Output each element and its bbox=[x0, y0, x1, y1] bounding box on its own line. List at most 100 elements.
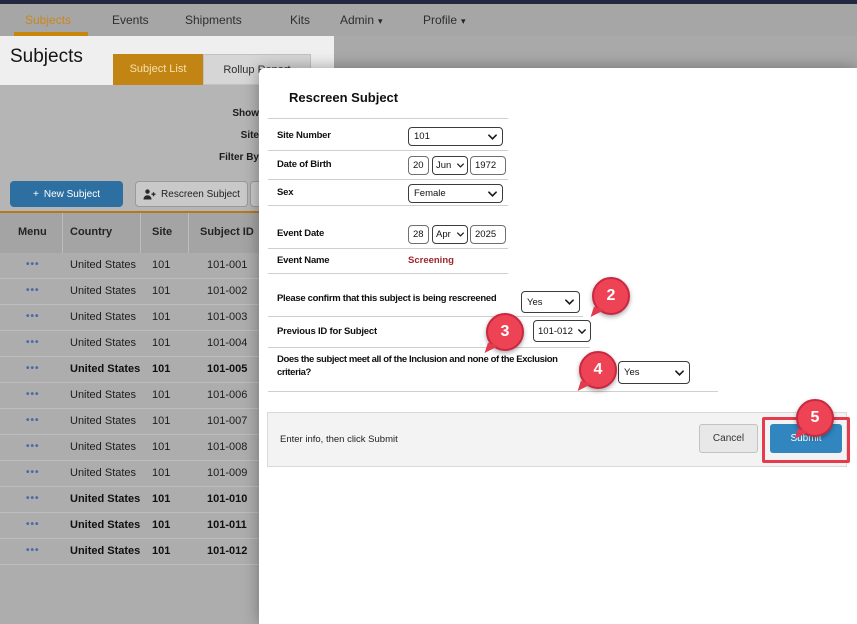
site-number-select[interactable]: 101 bbox=[408, 127, 503, 146]
cancel-button[interactable]: Cancel bbox=[699, 424, 758, 453]
rescreen-subject-modal: Rescreen Subject Site Number 101 Date of… bbox=[259, 68, 857, 624]
row-site: 101 bbox=[152, 467, 170, 479]
col-menu: Menu bbox=[18, 226, 47, 238]
row-subject-id: 101-003 bbox=[207, 311, 247, 323]
row-subject-id: 101-002 bbox=[207, 285, 247, 297]
row-menu-icon[interactable]: ••• bbox=[26, 259, 40, 270]
row-menu-icon[interactable]: ••• bbox=[26, 493, 40, 504]
new-subject-button[interactable]: + New Subject bbox=[10, 181, 123, 207]
dob-year-input[interactable]: 1972 bbox=[470, 156, 506, 175]
row-subject-id: 101-001 bbox=[207, 259, 247, 271]
sex-label: Sex bbox=[277, 187, 293, 198]
chevron-down-icon: ▾ bbox=[461, 16, 466, 26]
chevron-down-icon bbox=[488, 191, 497, 197]
callout-number: 5 bbox=[811, 409, 820, 427]
main-nav: Subjects Events Shipments Kits Admin▾ Pr… bbox=[0, 4, 857, 37]
row-country: United States bbox=[70, 519, 140, 531]
dob-label: Date of Birth bbox=[277, 159, 331, 170]
row-country: United States bbox=[70, 493, 140, 505]
row-menu-icon[interactable]: ••• bbox=[26, 415, 40, 426]
row-subject-id: 101-004 bbox=[207, 337, 247, 349]
divider bbox=[268, 205, 508, 206]
col-site: Site bbox=[152, 226, 172, 238]
col-country: Country bbox=[70, 226, 112, 238]
row-site: 101 bbox=[152, 389, 170, 401]
row-menu-icon[interactable]: ••• bbox=[26, 311, 40, 322]
row-menu-icon[interactable]: ••• bbox=[26, 467, 40, 478]
sex-select[interactable]: Female bbox=[408, 184, 503, 203]
filter-label-show: Show bbox=[232, 108, 259, 119]
criteria-label: Does the subject meet all of the Inclusi… bbox=[277, 354, 587, 379]
col-subject-id: Subject ID bbox=[200, 226, 254, 238]
criteria-value: Yes bbox=[624, 367, 640, 378]
event-date-year-input[interactable]: 2025 bbox=[470, 225, 506, 244]
site-number-value: 101 bbox=[414, 131, 430, 142]
divider bbox=[268, 248, 508, 249]
chevron-down-icon: ▾ bbox=[378, 16, 383, 26]
event-date-day-value: 28 bbox=[413, 229, 424, 240]
previous-id-select[interactable]: 101-012 bbox=[533, 320, 591, 342]
row-subject-id: 101-010 bbox=[207, 493, 247, 505]
callout-number: 3 bbox=[501, 323, 510, 341]
person-plus-icon bbox=[143, 189, 156, 200]
row-subject-id: 101-008 bbox=[207, 441, 247, 453]
row-menu-icon[interactable]: ••• bbox=[26, 337, 40, 348]
row-menu-icon[interactable]: ••• bbox=[26, 545, 40, 556]
callout-badge-5: 5 bbox=[796, 399, 834, 437]
filter-label-site: Site bbox=[241, 130, 259, 141]
event-date-day-input[interactable]: 28 bbox=[408, 225, 429, 244]
nav-item-events[interactable]: Events bbox=[112, 4, 149, 36]
event-date-month-select[interactable]: Apr bbox=[432, 225, 468, 244]
new-subject-label: New Subject bbox=[44, 189, 100, 200]
row-menu-icon[interactable]: ••• bbox=[26, 285, 40, 296]
dob-day-value: 20 bbox=[413, 160, 424, 171]
rescreen-subject-button[interactable]: Rescreen Subject bbox=[135, 181, 248, 207]
event-name-value: Screening bbox=[408, 255, 454, 266]
chevron-down-icon bbox=[457, 163, 464, 168]
row-menu-icon[interactable]: ••• bbox=[26, 441, 40, 452]
divider bbox=[268, 273, 508, 274]
tab-subject-list[interactable]: Subject List bbox=[113, 54, 203, 85]
divider bbox=[268, 179, 508, 180]
chevron-down-icon bbox=[488, 134, 497, 140]
dob-day-input[interactable]: 20 bbox=[408, 156, 429, 175]
modal-title: Rescreen Subject bbox=[289, 90, 398, 105]
nav-item-shipments[interactable]: Shipments bbox=[185, 4, 242, 36]
row-subject-id: 101-011 bbox=[207, 519, 247, 531]
nav-item-kits[interactable]: Kits bbox=[290, 4, 310, 36]
plus-icon: + bbox=[33, 189, 39, 200]
divider bbox=[268, 347, 590, 348]
previous-id-label: Previous ID for Subject bbox=[277, 326, 377, 337]
row-country: United States bbox=[70, 311, 136, 323]
divider bbox=[268, 150, 508, 151]
app-screen: Subjects Events Shipments Kits Admin▾ Pr… bbox=[0, 0, 857, 624]
site-number-label: Site Number bbox=[277, 130, 331, 141]
event-date-label: Event Date bbox=[277, 228, 324, 239]
row-menu-icon[interactable]: ••• bbox=[26, 389, 40, 400]
nav-item-profile[interactable]: Profile▾ bbox=[423, 4, 466, 36]
previous-id-value: 101-012 bbox=[538, 326, 573, 337]
row-subject-id: 101-006 bbox=[207, 389, 247, 401]
callout-number: 2 bbox=[607, 287, 616, 305]
row-site: 101 bbox=[152, 415, 170, 427]
divider bbox=[268, 391, 718, 392]
row-menu-icon[interactable]: ••• bbox=[26, 519, 40, 530]
divider bbox=[268, 316, 583, 317]
footer-hint: Enter info, then click Submit bbox=[280, 434, 398, 445]
sex-value: Female bbox=[414, 188, 446, 199]
confirm-rescreen-select[interactable]: Yes bbox=[521, 291, 580, 313]
criteria-select[interactable]: Yes bbox=[618, 361, 690, 384]
callout-badge-2: 2 bbox=[592, 277, 630, 315]
event-date-year-value: 2025 bbox=[475, 229, 496, 240]
row-site: 101 bbox=[152, 259, 170, 271]
confirm-rescreen-label: Please confirm that this subject is bein… bbox=[277, 293, 496, 304]
row-menu-icon[interactable]: ••• bbox=[26, 363, 40, 374]
row-site: 101 bbox=[152, 363, 170, 375]
dob-month-select[interactable]: Jun bbox=[432, 156, 468, 175]
callout-number: 4 bbox=[594, 361, 603, 379]
row-site: 101 bbox=[152, 311, 170, 323]
page-title: Subjects bbox=[10, 46, 83, 68]
callout-badge-4: 4 bbox=[579, 351, 617, 389]
nav-item-admin[interactable]: Admin▾ bbox=[340, 4, 383, 36]
row-subject-id: 101-005 bbox=[207, 363, 247, 375]
